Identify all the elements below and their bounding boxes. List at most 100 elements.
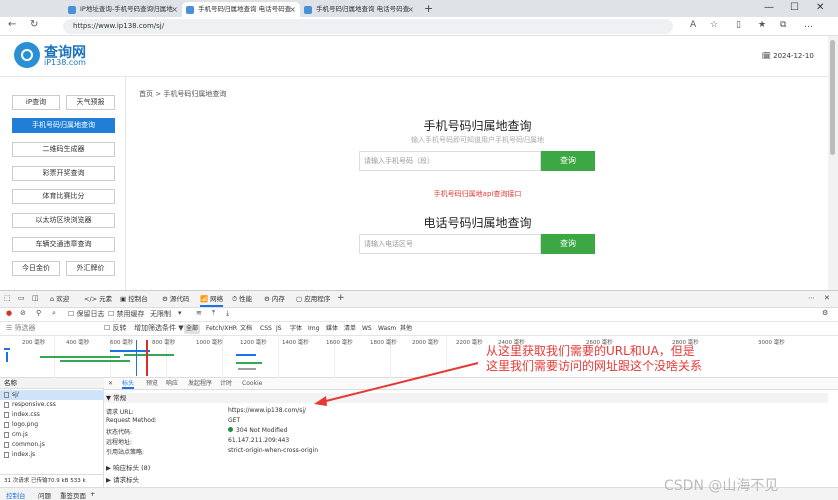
request-row[interactable]: index.js: [0, 450, 104, 460]
sidebar-item-sports[interactable]: 体育比赛比分: [12, 189, 115, 204]
disable-cache-checkbox[interactable]: ☐ 禁用缓存: [108, 309, 145, 319]
sidebar-item-weather[interactable]: 天气预报: [66, 95, 115, 110]
breadcrumb[interactable]: 首页 > 手机号码归属地查询: [139, 89, 226, 99]
type-filter-doc[interactable]: 文档: [238, 324, 254, 334]
split-screen-icon[interactable]: ▯: [736, 20, 741, 30]
page-scroll-thumb[interactable]: [830, 40, 835, 155]
type-filter-css[interactable]: CSS: [258, 324, 274, 334]
type-filter-font[interactable]: 字体: [288, 324, 304, 334]
close-detail-icon[interactable]: ✕: [108, 378, 113, 389]
type-filter-img[interactable]: Img: [306, 324, 321, 334]
more-options-icon[interactable]: ⋯: [808, 294, 815, 302]
mobile-input[interactable]: 请输入手机号码（段）: [359, 151, 541, 171]
tab-memory[interactable]: ⚙ 内存: [264, 291, 285, 307]
general-section-header[interactable]: ▼ 常规: [104, 393, 828, 403]
tab-sources[interactable]: ⚙ 源代码: [162, 291, 189, 307]
reader-icon[interactable]: A: [690, 20, 696, 30]
browser-tab-2[interactable]: 手机号码归属地查询 电话号码查 ×: [182, 2, 300, 17]
browser-tab-3[interactable]: 手机号码归属地查询 电话号码查 ×: [300, 2, 418, 17]
tab-timing[interactable]: 计时: [220, 378, 232, 389]
type-filter-xhr[interactable]: Fetch/XHR: [204, 324, 239, 334]
preserve-log-checkbox[interactable]: ☐ 保留日志: [68, 309, 105, 319]
back-icon[interactable]: ←: [8, 19, 16, 30]
api-link[interactable]: 手机号码归属地api查询接口: [360, 189, 595, 199]
record-icon[interactable]: ●: [6, 309, 12, 317]
menu-icon[interactable]: …: [804, 20, 813, 30]
drawer-add-icon[interactable]: +: [90, 490, 95, 498]
new-tab-button[interactable]: +: [424, 2, 433, 15]
clear-icon[interactable]: ⊘: [20, 309, 26, 317]
tab-performance[interactable]: ⏱ 性能: [232, 291, 252, 307]
type-filter-media[interactable]: 媒体: [324, 324, 340, 334]
sidebar-item-traffic[interactable]: 车辆交通违章查询: [12, 237, 115, 252]
more-filters-button[interactable]: 增加筛选条件 ▼: [134, 323, 184, 333]
more-tabs-icon[interactable]: +: [337, 293, 345, 303]
sidebar-item-qrcode[interactable]: 二维码生成器: [12, 142, 115, 157]
close-icon[interactable]: ×: [407, 2, 414, 17]
sidebar-item-ip[interactable]: iP查询: [12, 95, 60, 110]
request-row[interactable]: sj/: [0, 390, 104, 400]
collections-icon[interactable]: ⧉: [780, 20, 786, 30]
drawer-tab-console[interactable]: 控制台: [6, 490, 26, 500]
tab-elements[interactable]: </> 元素: [84, 291, 112, 307]
minimize-button[interactable]: —: [764, 2, 774, 13]
close-window-button[interactable]: ✕: [816, 2, 824, 13]
drawer-tab-issues[interactable]: 问题: [38, 490, 51, 500]
download-icon[interactable]: ⤓: [226, 309, 229, 318]
request-row[interactable]: common.js: [0, 440, 104, 450]
tab-application[interactable]: ▢ 应用程序: [296, 291, 330, 307]
gear-icon[interactable]: ⚙: [822, 309, 828, 317]
tab-initiator[interactable]: 发起程序: [188, 378, 212, 389]
response-headers-section[interactable]: ▶ 响应标头 (8): [104, 462, 150, 472]
request-row[interactable]: cm.js: [0, 430, 104, 440]
type-filter-manifest[interactable]: 清单: [342, 324, 358, 334]
network-timeline[interactable]: 200 毫秒 400 毫秒 600 毫秒 800 毫秒 1000 毫秒 1200…: [0, 336, 838, 378]
request-row[interactable]: responsive.css: [0, 400, 104, 410]
sidebar-item-lottery[interactable]: 彩票开奖查询: [12, 166, 115, 181]
request-row[interactable]: index.css: [0, 410, 104, 420]
refresh-icon[interactable]: ↻: [30, 19, 38, 30]
drawer-tab-rendering[interactable]: 重签页面: [60, 490, 86, 500]
close-devtools-icon[interactable]: ✕: [824, 294, 830, 302]
browser-tab-1[interactable]: IP地址查询-手机号码查询归属地 ×: [64, 2, 182, 17]
sidebar-toggle-icon[interactable]: ◫: [32, 294, 39, 302]
favorites-icon[interactable]: ★: [758, 20, 766, 30]
upload-icon[interactable]: ⤒: [212, 309, 215, 318]
inspect-icon[interactable]: ⬚: [4, 294, 11, 302]
chevron-down-icon[interactable]: ▾: [178, 309, 182, 317]
phone-query-button[interactable]: 查询: [541, 234, 595, 254]
invert-checkbox[interactable]: ☐ 反转: [104, 323, 127, 333]
tab-response[interactable]: 响应: [166, 378, 178, 389]
close-icon[interactable]: ×: [289, 2, 296, 17]
wifi-icon[interactable]: ≋: [196, 309, 202, 317]
search-icon[interactable]: ⌕: [52, 309, 56, 318]
phone-input[interactable]: 请输入电话区号: [359, 234, 541, 254]
filter-icon[interactable]: ⚲: [36, 309, 41, 317]
sidebar-item-mobile[interactable]: 手机号码归属地查询: [12, 118, 115, 133]
request-row[interactable]: logo.png: [0, 420, 104, 430]
url-input[interactable]: https://www.ip138.com/sj/: [63, 19, 673, 34]
device-icon[interactable]: ▭: [18, 294, 25, 302]
type-filter-all[interactable]: 全部: [184, 324, 201, 334]
request-headers-section[interactable]: ▶ 请求标头: [104, 474, 139, 484]
sidebar-item-gold[interactable]: 今日金价: [12, 261, 60, 276]
tab-console[interactable]: ▣ 控制台: [120, 291, 148, 307]
throttle-select[interactable]: 无限制: [150, 309, 171, 319]
list-header-name[interactable]: 名称: [0, 378, 104, 389]
favorite-icon[interactable]: ☆: [710, 20, 718, 30]
tab-welcome[interactable]: ⌂ 欢迎: [50, 291, 69, 307]
type-filter-js[interactable]: JS: [274, 324, 284, 334]
type-filter-ws[interactable]: WS: [360, 324, 374, 334]
sidebar-item-eth[interactable]: 以太坊区块浏览器: [12, 213, 115, 228]
type-filter-other[interactable]: 其他: [398, 324, 414, 334]
sidebar-item-forex[interactable]: 外汇牌价: [66, 261, 115, 276]
tab-cookies[interactable]: Cookie: [242, 378, 262, 389]
close-icon[interactable]: ×: [171, 2, 178, 17]
type-filter-wasm[interactable]: Wasm: [376, 324, 398, 334]
tab-preview[interactable]: 预览: [146, 378, 158, 389]
tab-headers[interactable]: 标头: [122, 378, 135, 389]
maximize-button[interactable]: ☐: [790, 2, 799, 13]
mobile-query-button[interactable]: 查询: [541, 151, 595, 171]
filter-input[interactable]: ☰ 筛选器: [6, 323, 36, 333]
tab-network[interactable]: 📶 网络: [200, 291, 224, 307]
